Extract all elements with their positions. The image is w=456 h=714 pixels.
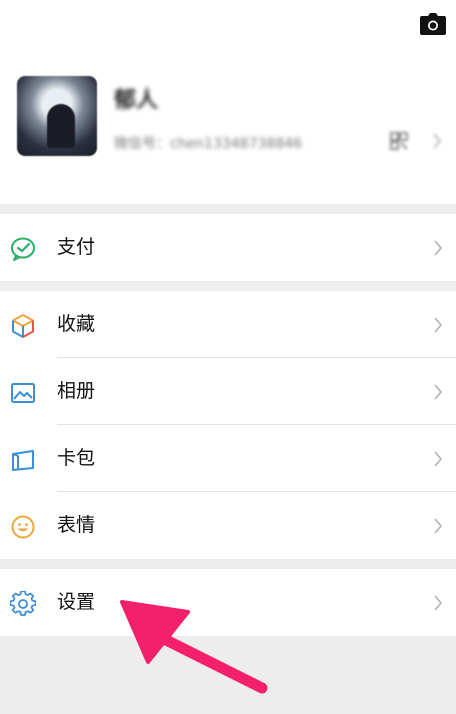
chevron-right-icon (434, 518, 443, 534)
menu-item-favorites[interactable]: 收藏 (0, 291, 456, 358)
menu-item-pay[interactable]: 支付 (0, 214, 456, 281)
menu-group-settings: 设置 (0, 569, 456, 636)
menu-item-settings[interactable]: 设置 (0, 569, 456, 636)
chevron-right-icon (434, 451, 443, 467)
menu-item-settings-label: 设置 (57, 591, 96, 613)
gear-icon (10, 591, 36, 616)
wechat-pay-icon (11, 237, 35, 261)
avatar[interactable] (17, 76, 97, 156)
qr-code-icon[interactable] (390, 132, 408, 150)
menu-item-cards[interactable]: 卡包 (0, 425, 456, 492)
chevron-right-icon (434, 384, 443, 400)
chevron-right-icon (434, 317, 443, 333)
chevron-right-icon (434, 240, 443, 256)
nickname: 郁人 (114, 88, 159, 113)
menu-group-main: 收藏 相册 卡包 表情 (0, 291, 456, 559)
wechat-id: 微信号：chen13348738846 (114, 136, 303, 152)
menu-item-stickers-label: 表情 (57, 514, 96, 536)
menu-item-favorites-label: 收藏 (57, 313, 96, 335)
menu-item-pay-label: 支付 (57, 236, 96, 258)
menu-item-cards-label: 卡包 (57, 447, 96, 469)
card-wallet-icon (12, 450, 34, 471)
chevron-right-icon (434, 595, 443, 611)
album-icon (11, 383, 35, 403)
menu-item-album-label: 相册 (57, 380, 96, 402)
camera-icon[interactable] (420, 13, 446, 35)
menu-group-pay: 支付 (0, 214, 456, 281)
menu-item-album[interactable]: 相册 (0, 358, 456, 425)
menu-item-stickers[interactable]: 表情 (0, 492, 456, 559)
favorites-cube-icon (12, 314, 34, 338)
profile-header[interactable]: 郁人 微信号：chen13348738846 (0, 0, 456, 204)
sticker-smile-icon (11, 515, 35, 539)
chevron-right-icon[interactable] (432, 133, 442, 149)
